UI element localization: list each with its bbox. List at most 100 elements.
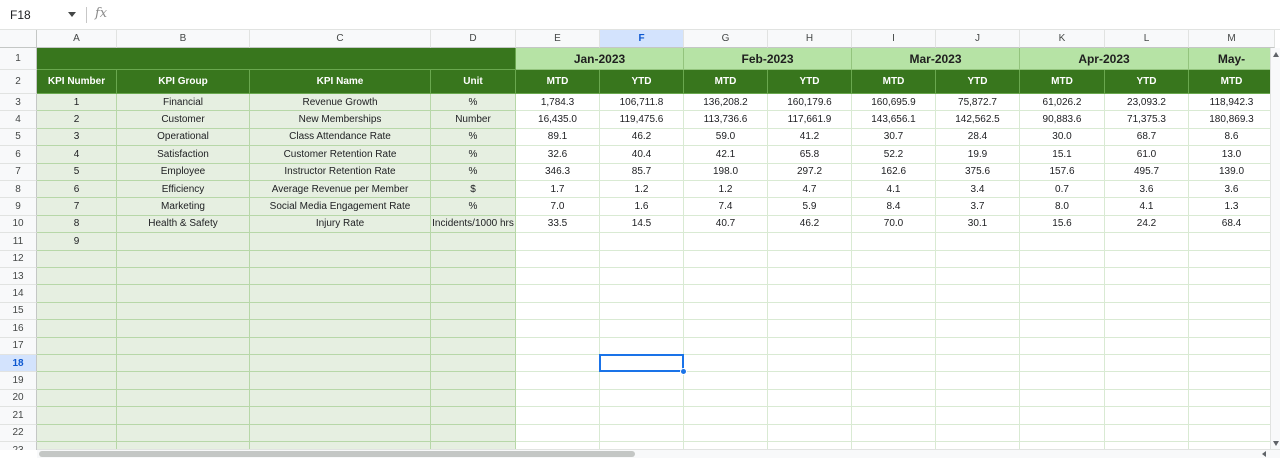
value-cell[interactable]	[600, 372, 684, 390]
value-cell[interactable]	[600, 320, 684, 338]
row-header-12[interactable]: 12	[0, 250, 37, 268]
value-cell[interactable]	[1020, 355, 1105, 373]
kpi-num-cell[interactable]	[37, 250, 117, 268]
row-header-8[interactable]: 8	[0, 181, 37, 199]
value-cell[interactable]	[1020, 268, 1105, 286]
value-cell[interactable]: 1.7	[516, 181, 600, 199]
value-cell[interactable]	[936, 337, 1020, 355]
value-cell[interactable]: 42.1	[684, 146, 768, 164]
value-cell[interactable]	[1020, 389, 1105, 408]
value-cell[interactable]	[1189, 268, 1275, 286]
kpi-name-cell[interactable]	[250, 407, 431, 425]
select-all-corner[interactable]	[0, 30, 37, 48]
kpi-name-cell[interactable]	[250, 302, 431, 321]
kpi-unit-cell[interactable]: Incidents/1000 hrs	[431, 215, 516, 234]
kpi-name-cell[interactable]: Injury Rate	[250, 215, 431, 234]
value-cell[interactable]	[1105, 268, 1189, 286]
value-cell[interactable]: 1,784.3	[516, 94, 600, 112]
column-title[interactable]: KPI Name	[250, 70, 431, 94]
row-header-17[interactable]: 17	[0, 337, 37, 355]
value-cell[interactable]	[1020, 424, 1105, 442]
kpi-unit-cell[interactable]	[431, 407, 516, 425]
value-cell[interactable]	[516, 268, 600, 286]
kpi-name-cell[interactable]	[250, 372, 431, 390]
column-header-f[interactable]: F	[600, 30, 684, 48]
kpi-name-cell[interactable]	[250, 233, 431, 251]
value-cell[interactable]: 3.6	[1189, 181, 1275, 199]
kpi-unit-cell[interactable]: %	[431, 128, 516, 147]
kpi-unit-cell[interactable]: %	[431, 146, 516, 164]
value-cell[interactable]	[1105, 320, 1189, 338]
month-header[interactable]: Jan-2023	[516, 48, 684, 70]
value-cell[interactable]: 4.7	[768, 181, 852, 199]
value-cell[interactable]	[852, 250, 936, 268]
row-header-4[interactable]: 4	[0, 111, 37, 129]
kpi-num-cell[interactable]: 2	[37, 111, 117, 129]
value-cell[interactable]: 118,942.3	[1189, 94, 1275, 112]
value-cell[interactable]: 143,656.1	[852, 111, 936, 129]
value-cell[interactable]: 4.1	[852, 181, 936, 199]
value-cell[interactable]	[684, 407, 768, 425]
value-cell[interactable]: 68.4	[1189, 215, 1275, 234]
value-cell[interactable]	[768, 302, 852, 321]
value-cell[interactable]	[1105, 424, 1189, 442]
value-cell[interactable]: 40.7	[684, 215, 768, 234]
value-cell[interactable]: 136,208.2	[684, 94, 768, 112]
value-cell[interactable]	[600, 355, 684, 373]
kpi-group-cell[interactable]: Efficiency	[117, 181, 250, 199]
kpi-num-cell[interactable]	[37, 320, 117, 338]
value-cell[interactable]	[516, 424, 600, 442]
value-cell[interactable]: 24.2	[1105, 215, 1189, 234]
kpi-num-cell[interactable]	[37, 302, 117, 321]
horizontal-scroll-thumb[interactable]	[39, 451, 635, 457]
value-cell[interactable]	[1020, 407, 1105, 425]
row-header-23[interactable]: 23	[0, 442, 37, 450]
column-header-i[interactable]: I	[852, 30, 936, 48]
column-header-e[interactable]: E	[516, 30, 600, 48]
value-cell[interactable]: 8.6	[1189, 128, 1275, 147]
scroll-down-icon[interactable]	[1273, 441, 1279, 446]
value-cell[interactable]	[1189, 337, 1275, 355]
value-cell[interactable]	[516, 372, 600, 390]
kpi-num-cell[interactable]	[37, 337, 117, 355]
value-cell[interactable]: 106,711.8	[600, 94, 684, 112]
value-cell[interactable]	[684, 285, 768, 303]
kpi-group-cell[interactable]	[117, 233, 250, 251]
value-cell[interactable]: 4.1	[1105, 198, 1189, 216]
value-cell[interactable]	[516, 233, 600, 251]
value-cell[interactable]: 65.8	[768, 146, 852, 164]
value-cell[interactable]: 346.3	[516, 163, 600, 181]
value-cell[interactable]: 61,026.2	[1020, 94, 1105, 112]
kpi-group-cell[interactable]	[117, 268, 250, 286]
value-cell[interactable]	[1105, 233, 1189, 251]
vertical-scrollbar[interactable]	[1270, 48, 1280, 450]
value-cell[interactable]	[684, 389, 768, 408]
value-cell[interactable]	[852, 407, 936, 425]
kpi-num-cell[interactable]: 7	[37, 198, 117, 216]
value-cell[interactable]	[768, 424, 852, 442]
kpi-name-cell[interactable]: New Memberships	[250, 111, 431, 129]
kpi-group-cell[interactable]	[117, 320, 250, 338]
value-cell[interactable]	[936, 389, 1020, 408]
month-header[interactable]: Mar-2023	[852, 48, 1020, 70]
column-title[interactable]: KPI Group	[117, 70, 250, 94]
kpi-unit-cell[interactable]: Number	[431, 111, 516, 129]
value-cell[interactable]	[516, 302, 600, 321]
value-cell[interactable]	[684, 233, 768, 251]
kpi-name-cell[interactable]	[250, 337, 431, 355]
row-header-14[interactable]: 14	[0, 285, 37, 303]
row-header-9[interactable]: 9	[0, 198, 37, 216]
value-cell[interactable]: 13.0	[1189, 146, 1275, 164]
kpi-name-cell[interactable]: Class Attendance Rate	[250, 128, 431, 147]
value-cell[interactable]: 198.0	[684, 163, 768, 181]
value-cell[interactable]	[600, 424, 684, 442]
value-cell[interactable]	[768, 389, 852, 408]
value-cell[interactable]: 160,179.6	[768, 94, 852, 112]
value-cell[interactable]: 142,562.5	[936, 111, 1020, 129]
value-cell[interactable]	[684, 355, 768, 373]
value-cell[interactable]	[1105, 407, 1189, 425]
value-cell[interactable]: 61.0	[1105, 146, 1189, 164]
kpi-num-cell[interactable]: 4	[37, 146, 117, 164]
kpi-name-cell[interactable]: Instructor Retention Rate	[250, 163, 431, 181]
value-cell[interactable]	[1020, 302, 1105, 321]
